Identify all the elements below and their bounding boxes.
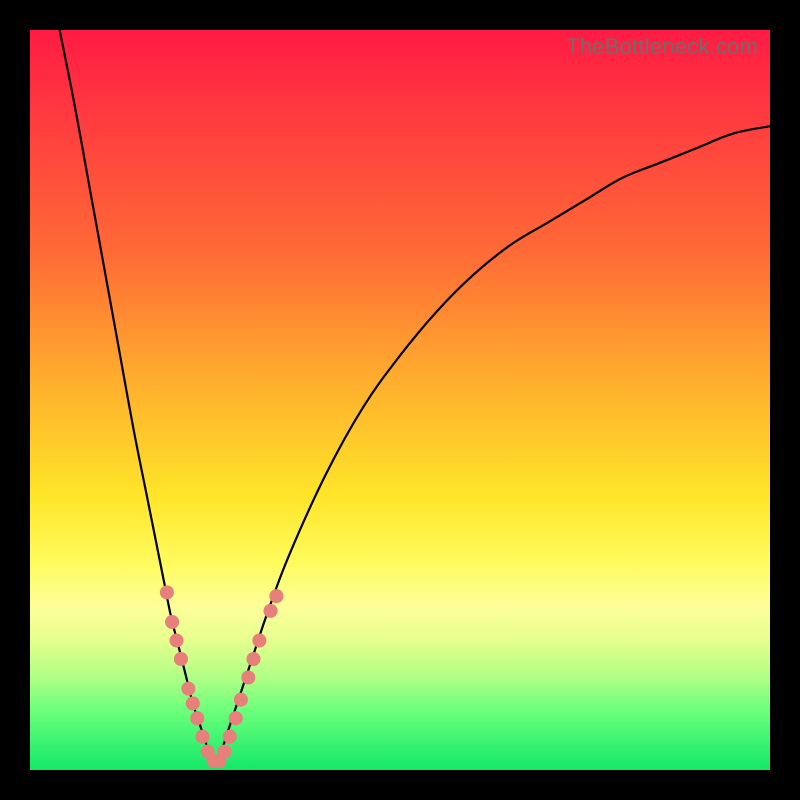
- data-marker: [263, 604, 277, 618]
- data-marker: [269, 589, 283, 603]
- data-marker: [160, 585, 174, 599]
- data-marker: [169, 633, 183, 647]
- marker-group: [160, 585, 284, 768]
- data-marker: [229, 711, 243, 725]
- data-marker: [218, 744, 232, 758]
- data-marker: [223, 730, 237, 744]
- data-marker: [195, 730, 209, 744]
- data-marker: [234, 693, 248, 707]
- data-marker: [241, 670, 255, 684]
- data-marker: [190, 711, 204, 725]
- data-marker: [186, 696, 200, 710]
- data-marker: [246, 652, 260, 666]
- data-marker: [165, 615, 179, 629]
- chart-svg: [30, 30, 770, 770]
- data-marker: [174, 652, 188, 666]
- plot-area: TheBottleneck.com: [30, 30, 770, 770]
- data-marker: [181, 682, 195, 696]
- curve-left: [60, 30, 215, 763]
- data-marker: [252, 633, 266, 647]
- chart-frame: TheBottleneck.com: [0, 0, 800, 800]
- curve-right: [215, 126, 770, 762]
